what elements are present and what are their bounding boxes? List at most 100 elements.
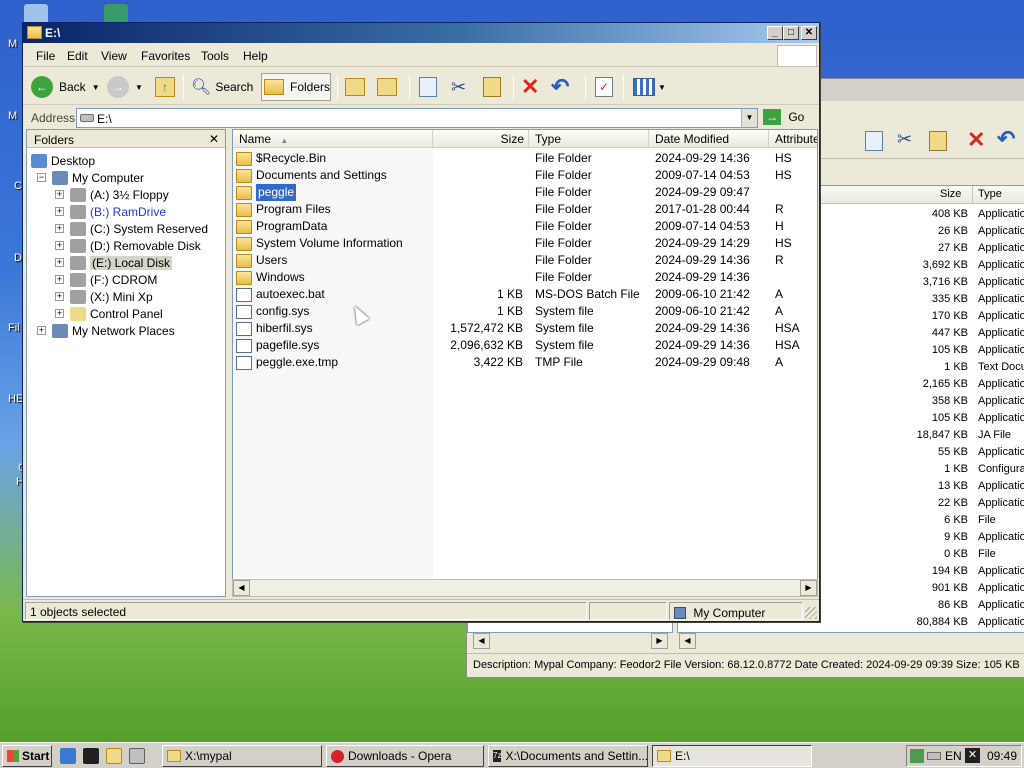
file-row[interactable]: Documents and Settings File Folder 2009-07… (233, 167, 817, 184)
file-row[interactable]: Windows File Folder 2024-09-29 14:36 (233, 269, 817, 286)
column-header-name[interactable]: Name ▲ (233, 130, 433, 148)
expand-icon[interactable]: + (55, 207, 64, 216)
column-header-size[interactable]: Size (940, 188, 961, 200)
minimize-button[interactable]: _ (767, 26, 783, 40)
move-to-button[interactable] (345, 73, 365, 101)
file-row[interactable]: peggle File Folder 2024-09-29 09:47 (233, 184, 817, 201)
expand-icon[interactable]: + (55, 190, 64, 199)
expand-icon[interactable]: + (55, 309, 64, 318)
expand-icon[interactable]: + (55, 224, 64, 233)
column-header-type[interactable]: Type (529, 130, 649, 148)
file-row[interactable]: autoexec.bat 1 KB MS-DOS Batch File 2009-06… (233, 286, 817, 303)
forward-button[interactable]: → ▼ (107, 73, 143, 101)
file-row[interactable]: Users File Folder 2024-09-29 14:36 R (233, 252, 817, 269)
quicklaunch-console-icon[interactable] (83, 748, 99, 764)
column-header-date[interactable]: Date Modified (649, 130, 769, 148)
menu-favorites[interactable]: Favorites (141, 49, 190, 63)
undo-button[interactable]: ↶ (551, 73, 569, 101)
back-dropdown-icon[interactable]: ▼ (92, 83, 100, 92)
quicklaunch-ie-icon[interactable] (60, 748, 76, 764)
taskbar-item-active[interactable]: E:\ (652, 745, 812, 767)
delete-icon[interactable]: ✕ (967, 127, 985, 153)
undo-icon[interactable]: ↶ (997, 126, 1015, 152)
menu-tools[interactable]: Tools (201, 49, 229, 63)
close-button[interactable]: ✕ (801, 26, 817, 40)
explorer-window[interactable]: E:\ _ □ ✕ File Edit View Favorites Tools… (22, 22, 820, 622)
views-dropdown-icon[interactable]: ▼ (658, 83, 666, 92)
folders-button[interactable]: Folders (261, 73, 331, 101)
drive-tray-icon[interactable] (927, 752, 941, 760)
menu-edit[interactable]: Edit (67, 49, 88, 63)
menu-help[interactable]: Help (243, 49, 268, 63)
tree-item[interactable]: − My Computer (37, 169, 144, 186)
scroll-left-button[interactable]: ◀ (473, 633, 490, 649)
delete-button[interactable]: ✕ (521, 73, 539, 101)
expand-icon[interactable]: + (55, 258, 64, 267)
tree-item[interactable]: Desktop (31, 152, 95, 169)
quicklaunch-desktop-icon[interactable] (129, 748, 145, 764)
file-row[interactable]: $Recycle.Bin File Folder 2024-09-29 14:36 H… (233, 150, 817, 167)
forward-dropdown-icon[interactable]: ▼ (135, 83, 143, 92)
expand-icon[interactable]: + (37, 326, 46, 335)
expand-icon[interactable]: + (55, 275, 64, 284)
close-folders-pane-icon[interactable]: ✕ (209, 132, 219, 146)
file-row[interactable]: hiberfil.sys 1,572,472 KB System file 2024-… (233, 320, 817, 337)
file-row[interactable]: pagefile.sys 2,096,632 KB System file 2024-… (233, 337, 817, 354)
expand-icon[interactable]: + (55, 292, 64, 301)
file-row[interactable]: ProgramData File Folder 2009-07-14 04:53 H (233, 218, 817, 235)
cut-button[interactable]: ✂ (451, 73, 466, 101)
tree-item[interactable]: + (B:) RamDrive (55, 203, 166, 220)
tree-item[interactable]: + (X:) Mini Xp (55, 288, 153, 305)
paste-button[interactable] (483, 73, 501, 101)
expand-icon[interactable]: + (55, 241, 64, 250)
network-icon[interactable] (910, 749, 924, 763)
collapse-icon[interactable]: − (37, 173, 46, 182)
back-button[interactable]: ← Back ▼ (31, 73, 100, 101)
start-button[interactable]: Start (2, 745, 52, 767)
maximize-button[interactable]: □ (783, 26, 799, 40)
file-row[interactable]: Program Files File Folder 2017-01-28 00:44… (233, 201, 817, 218)
tree-item[interactable]: + Control Panel (55, 305, 163, 322)
file-row[interactable]: peggle.exe.tmp 3,422 KB TMP File 2024-09-29… (233, 354, 817, 371)
menu-view[interactable]: View (101, 49, 127, 63)
horizontal-scrollbar[interactable]: ◀ ▶ (232, 579, 818, 597)
quicklaunch-explorer-icon[interactable] (106, 748, 122, 764)
language-indicator[interactable]: EN (945, 749, 962, 763)
menu-file[interactable]: File (36, 49, 55, 63)
column-header-attributes[interactable]: Attributes (769, 130, 817, 148)
tree-item[interactable]: + (E:) Local Disk (55, 254, 173, 271)
column-header-size[interactable]: Size (433, 130, 529, 148)
taskbar-item[interactable]: Downloads - Opera (326, 745, 484, 767)
views-button[interactable]: ▼ (633, 73, 666, 101)
tree-item[interactable]: + (F:) CDROM (55, 271, 157, 288)
go-button[interactable]: → Go (763, 109, 813, 127)
copy-button[interactable] (419, 73, 437, 101)
column-header-type[interactable]: Type (978, 188, 1002, 200)
address-field[interactable]: E:\ ▼ (76, 108, 758, 128)
cut-icon[interactable]: ✂ (897, 129, 912, 150)
search-button[interactable]: 🔍︎ Search (191, 73, 253, 101)
scroll-right-button[interactable]: ▶ (651, 633, 668, 649)
properties-button[interactable]: ✓ (595, 73, 613, 101)
file-row[interactable]: System Volume Information File Folder 2024… (233, 235, 817, 252)
copy-icon[interactable] (865, 131, 883, 151)
tree-item[interactable]: + (A:) 3½ Floppy (55, 186, 169, 203)
tree-item[interactable]: + (C:) System Reserved (55, 220, 208, 237)
paste-icon[interactable] (929, 131, 947, 151)
tree-item[interactable]: + (D:) Removable Disk (55, 237, 201, 254)
title-bar[interactable]: E:\ _ □ ✕ (23, 23, 819, 43)
up-folder-button[interactable]: ↑ (155, 73, 175, 101)
tree-item[interactable]: + My Network Places (37, 322, 175, 339)
file-row[interactable]: config.sys 1 KB System file 2009-06-10 21:4… (233, 303, 817, 320)
background-horizontal-scrollbar[interactable]: ◀ ▶ ◀ (467, 633, 1024, 651)
copy-to-button[interactable] (377, 73, 397, 101)
taskbar-item[interactable]: 7z X:\Documents and Settin... (488, 745, 648, 767)
close-tray-icon[interactable]: ✕ (965, 748, 980, 763)
scroll-right-button[interactable]: ▶ (800, 580, 817, 596)
scroll-left-button[interactable]: ◀ (679, 633, 696, 649)
clock[interactable]: 09:49 (987, 749, 1017, 763)
resize-grip-icon[interactable] (805, 607, 817, 619)
taskbar-item[interactable]: X:\mypal (162, 745, 322, 767)
address-dropdown-button[interactable]: ▼ (741, 109, 757, 127)
scroll-left-button[interactable]: ◀ (233, 580, 250, 596)
